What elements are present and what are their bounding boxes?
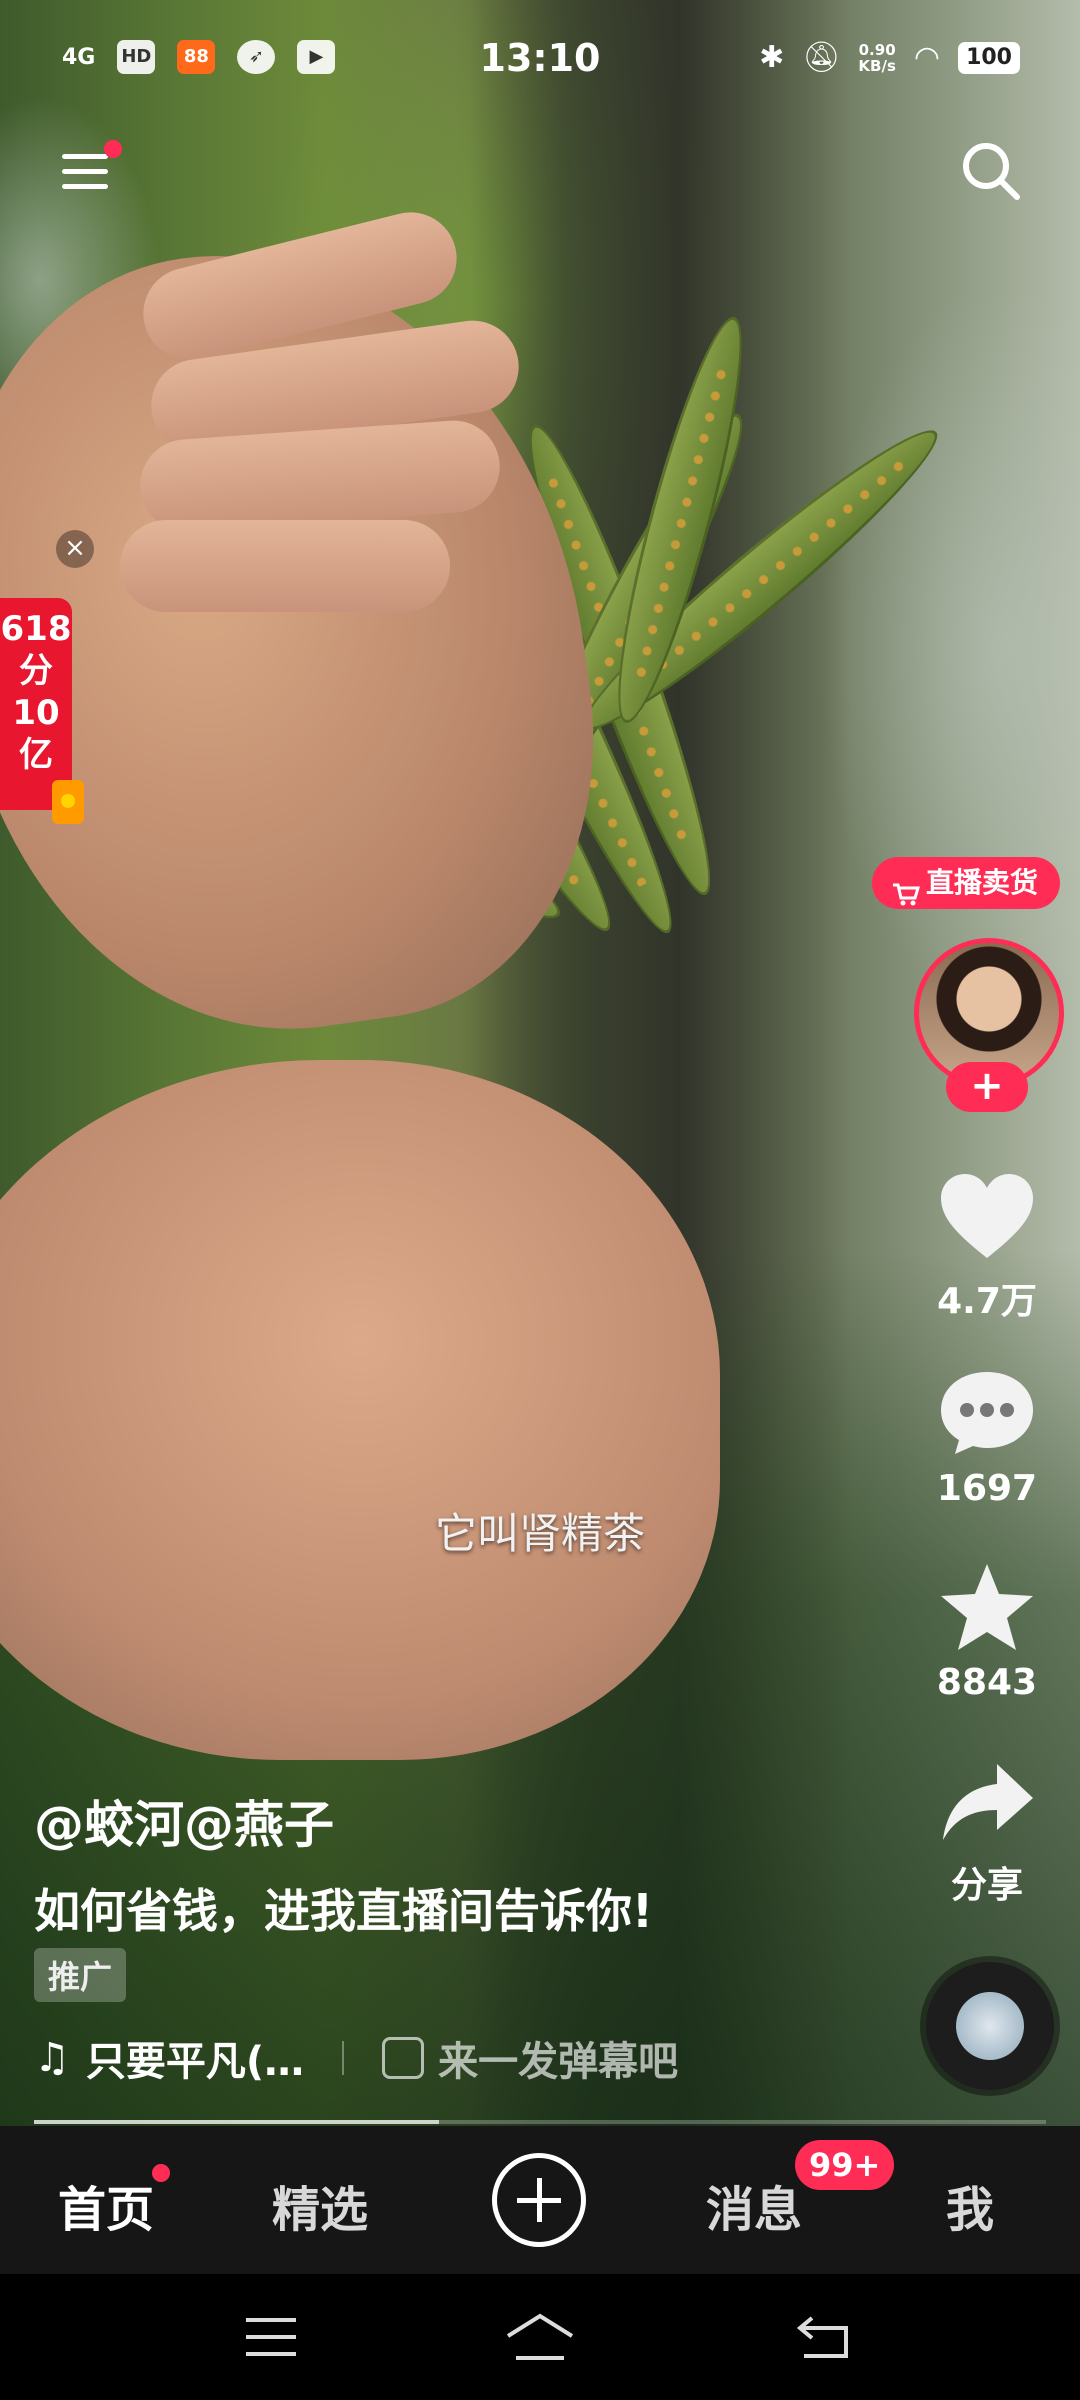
messages-badge: 99+	[795, 2140, 895, 2190]
favorite-count: 8843	[936, 1662, 1038, 1703]
like-count: 4.7万	[937, 1281, 1037, 1322]
tab-home-label: 首页	[58, 2182, 155, 2238]
music-title[interactable]: 只要平凡(…	[86, 2029, 304, 2087]
home-icon[interactable]	[504, 2312, 576, 2362]
video-frame-lower-hand	[0, 1060, 720, 1760]
promo-line-3: 10	[12, 693, 60, 733]
music-cover-icon	[956, 1992, 1024, 2060]
status-right: ✱ 🔕︎ 0.90 KB/s ◠ 100	[759, 40, 1020, 75]
danmu-placeholder: 来一发弹幕吧	[438, 2039, 679, 2085]
danmu-icon	[382, 2037, 425, 2079]
bluetooth-icon: ✱	[759, 40, 785, 75]
red-envelope-icon	[52, 780, 84, 824]
video-description: 如何省钱，进我直播间告诉你!	[34, 1884, 653, 1938]
video-frame-fingers	[120, 202, 560, 670]
live-selling-label: 直播卖货	[925, 866, 1038, 899]
search-icon[interactable]	[960, 140, 1022, 202]
divider	[342, 2041, 345, 2075]
promo-banner[interactable]: 618 分 10 亿	[0, 598, 72, 810]
live-selling-tag[interactable]: 直播卖货	[871, 857, 1060, 909]
share-button[interactable]: 分享	[908, 1760, 1066, 1908]
danmu-input[interactable]: 来一发弹幕吧	[382, 2029, 678, 2087]
video-progress-fill	[34, 2120, 439, 2124]
share-icon	[943, 1764, 1033, 1840]
heart-icon	[941, 1174, 1033, 1258]
back-icon[interactable]	[796, 2314, 852, 2360]
menu-notification-dot	[104, 140, 122, 158]
create-post-button[interactable]	[492, 2153, 586, 2247]
promo-line-1: 618	[0, 609, 72, 649]
screen: 4G HD 88 ➶ ▶ 13:10 ✱ 🔕︎ 0.90 KB/s ◠ 100 …	[0, 0, 1080, 2400]
cart-icon	[892, 872, 921, 906]
comment-button[interactable]: 1697	[908, 1368, 1066, 1509]
menu-button[interactable]	[58, 140, 122, 196]
favorite-button[interactable]: 8843	[908, 1562, 1066, 1703]
ad-badge: 推广	[34, 1948, 127, 2002]
tab-featured-label: 精选	[272, 2182, 369, 2238]
system-nav-bar	[0, 2274, 1080, 2400]
music-note-icon: ♫	[34, 2035, 70, 2081]
video-progress-bar[interactable]	[34, 2120, 1046, 2124]
tab-featured[interactable]: 精选	[272, 2170, 368, 2240]
tab-me-label: 我	[946, 2182, 995, 2238]
net-speed-unit: KB/s	[858, 56, 896, 75]
status-bar: 4G HD 88 ➶ ▶ 13:10 ✱ 🔕︎ 0.90 KB/s ◠ 100	[0, 30, 1080, 90]
music-disc[interactable]	[926, 1962, 1054, 2090]
star-icon	[941, 1564, 1033, 1650]
share-label: 分享	[950, 1865, 1023, 1906]
net-speed: 0.90 KB/s	[858, 42, 895, 74]
promo-line-2: 分	[19, 651, 53, 691]
follow-button[interactable]: +	[946, 1062, 1028, 1112]
promo-close-button[interactable]: ×	[56, 530, 94, 568]
home-notification-dot	[152, 2164, 171, 2182]
wifi-icon: ◠	[913, 40, 941, 75]
battery-indicator: 100	[958, 41, 1020, 74]
tab-home[interactable]: 首页	[58, 2164, 171, 2240]
author-name[interactable]: @蛟河@燕子	[34, 1785, 334, 1857]
like-button[interactable]: 4.7万	[908, 1172, 1066, 1324]
promo-line-4: 亿	[19, 735, 53, 775]
tab-me[interactable]: 我	[946, 2170, 994, 2240]
tab-messages-label: 消息	[706, 2182, 803, 2238]
mute-icon: 🔕︎	[802, 40, 841, 75]
comment-icon	[941, 1372, 1033, 1454]
music-row: ♫ 只要平凡(… 来一发弹幕吧	[34, 2030, 678, 2086]
recent-apps-icon[interactable]	[244, 2316, 298, 2358]
video-subtitle: 它叫肾精茶	[434, 1509, 645, 1558]
tab-messages[interactable]: 消息	[706, 2170, 802, 2240]
